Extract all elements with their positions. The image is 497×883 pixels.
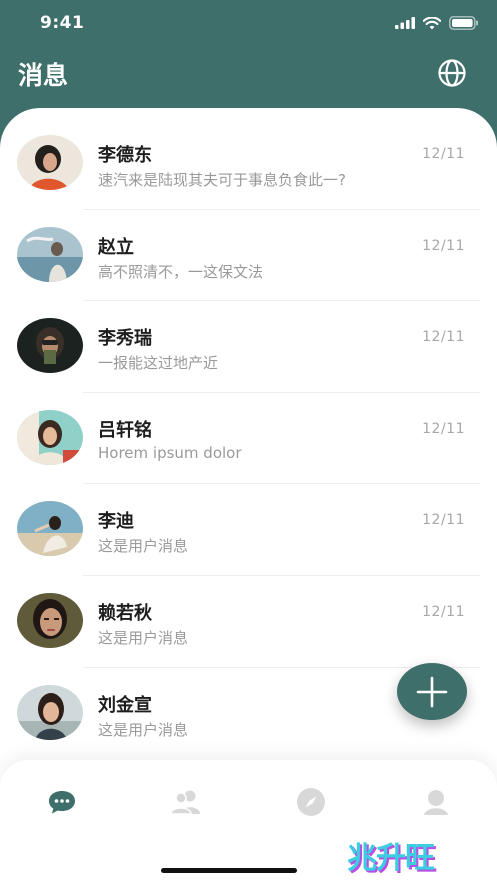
add-button[interactable]	[397, 663, 467, 720]
language-button[interactable]	[437, 58, 467, 88]
plus-icon	[416, 676, 448, 707]
message-date: 12/11	[422, 237, 465, 254]
contact-name: 刘金宣	[98, 694, 152, 716]
message-item[interactable]: 赵立 高不照清不，一这保文法 12/11	[0, 210, 497, 302]
avatar	[17, 409, 83, 465]
tab-profile[interactable]	[416, 786, 456, 818]
avatar	[17, 226, 83, 282]
message-date: 12/11	[422, 420, 465, 437]
message-date: 12/11	[422, 603, 465, 620]
message-item[interactable]: 吕轩铭 Horem ipsum dolor 12/11	[0, 393, 497, 485]
avatar	[17, 135, 83, 190]
page-title: 消息	[18, 61, 69, 90]
contact-name: 李德东	[98, 145, 152, 166]
avatar	[17, 501, 83, 557]
message-date: 12/11	[422, 146, 465, 162]
message-preview: 这是用户消息	[98, 628, 189, 647]
header: 消息	[0, 46, 497, 106]
globe-icon	[438, 59, 466, 87]
chat-bubble-icon	[49, 791, 75, 814]
avatar	[17, 318, 83, 374]
tab-messages[interactable]	[42, 786, 82, 818]
contact-name: 李秀瑞	[98, 328, 152, 350]
profile-icon	[424, 790, 448, 815]
message-preview: 这是用户消息	[98, 537, 189, 556]
message-preview: 这是用户消息	[98, 720, 189, 739]
message-item[interactable]: 李德东 速汽来是陆现其夫可于事息负食此一? 12/11	[0, 118, 497, 210]
status-bar: 9:41	[0, 0, 497, 46]
message-item[interactable]: 李秀瑞 一报能这过地产近 12/11	[0, 301, 497, 393]
status-icons	[395, 14, 479, 32]
battery-icon	[449, 16, 478, 30]
message-preview: 一报能这过地产近	[98, 354, 219, 373]
message-preview: Horem ipsum dolor	[98, 443, 242, 462]
message-preview: 速汽来是陆现其夫可于事息负食此一?	[98, 171, 346, 189]
contact-name: 李迪	[98, 511, 134, 533]
contact-name: 赵立	[98, 236, 134, 258]
signal-icon	[395, 17, 415, 29]
compass-icon	[297, 788, 325, 816]
home-indicator[interactable]	[161, 868, 297, 873]
tab-contacts[interactable]	[166, 786, 206, 818]
message-preview: 高不照清不，一这保文法	[98, 262, 264, 281]
message-date: 12/11	[422, 329, 465, 346]
avatar	[17, 592, 83, 648]
status-time: 9:41	[40, 13, 85, 33]
message-date: 12/11	[422, 512, 465, 529]
wifi-icon	[423, 16, 441, 29]
watermark-logo: 兆升旺	[347, 841, 435, 876]
contact-name: 赖若秋	[98, 602, 152, 624]
message-item[interactable]: 赖若秋 这是用户消息 12/11	[0, 576, 497, 668]
avatar	[17, 684, 83, 740]
message-item[interactable]: 李迪 这是用户消息 12/11	[0, 484, 497, 576]
tab-discover[interactable]	[291, 786, 331, 818]
contacts-icon	[170, 790, 200, 815]
contact-name: 吕轩铭	[98, 419, 152, 441]
